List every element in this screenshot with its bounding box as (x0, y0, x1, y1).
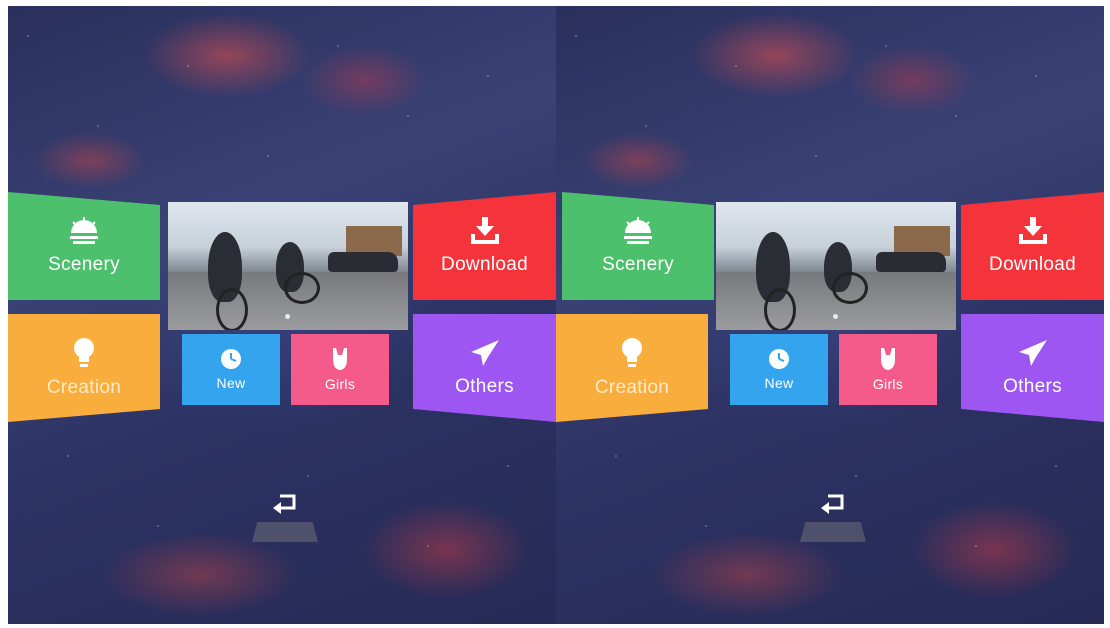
new-label: New (764, 375, 794, 391)
return-arrow-icon (273, 494, 296, 514)
download-label: Download (989, 254, 1076, 275)
return-arrow-icon (821, 494, 844, 514)
girls-tile[interactable]: Girls (291, 334, 389, 405)
creation-tile[interactable]: Creation (556, 314, 708, 422)
download-icon (1018, 217, 1047, 244)
carousel-indicator (285, 314, 290, 319)
creation-label: Creation (594, 377, 670, 398)
carousel-indicator (833, 314, 838, 319)
girls-label: Girls (872, 376, 904, 392)
download-tile[interactable]: Download (961, 192, 1104, 300)
scenery-label: Scenery (602, 254, 674, 275)
scenery-tile[interactable]: Scenery (8, 192, 160, 300)
new-tile[interactable]: New (182, 334, 280, 405)
paper-plane-icon (1018, 340, 1047, 366)
others-tile[interactable]: Others (413, 314, 556, 422)
back-button[interactable] (800, 490, 866, 542)
clock-icon (769, 349, 789, 369)
featured-video-thumbnail[interactable] (716, 202, 956, 330)
creation-label: Creation (46, 377, 122, 398)
scenery-tile[interactable]: Scenery (562, 192, 714, 300)
new-tile[interactable]: New (730, 334, 828, 405)
vr-stereo-frame: Scenery Creation New Girls Download Othe… (8, 6, 1104, 624)
lightbulb-icon (622, 338, 642, 367)
download-icon (470, 217, 499, 244)
featured-video-thumbnail[interactable] (168, 202, 408, 330)
girls-label: Girls (324, 376, 356, 392)
back-button[interactable] (252, 490, 318, 542)
swimsuit-icon (881, 348, 895, 370)
clock-icon (221, 349, 241, 369)
new-label: New (216, 375, 246, 391)
swimsuit-icon (333, 348, 347, 370)
sunset-icon (624, 217, 652, 244)
scenery-label: Scenery (48, 254, 120, 275)
girls-tile[interactable]: Girls (839, 334, 937, 405)
paper-plane-icon (470, 340, 499, 366)
download-label: Download (441, 254, 528, 275)
others-label: Others (455, 376, 514, 397)
left-eye-view: Scenery Creation New Girls Download Othe… (8, 6, 556, 624)
sunset-icon (70, 217, 98, 244)
creation-tile[interactable]: Creation (8, 314, 160, 422)
right-eye-view: Scenery Creation New Girls Download Othe… (556, 6, 1104, 624)
others-label: Others (1003, 376, 1062, 397)
download-tile[interactable]: Download (413, 192, 556, 300)
others-tile[interactable]: Others (961, 314, 1104, 422)
lightbulb-icon (74, 338, 94, 367)
